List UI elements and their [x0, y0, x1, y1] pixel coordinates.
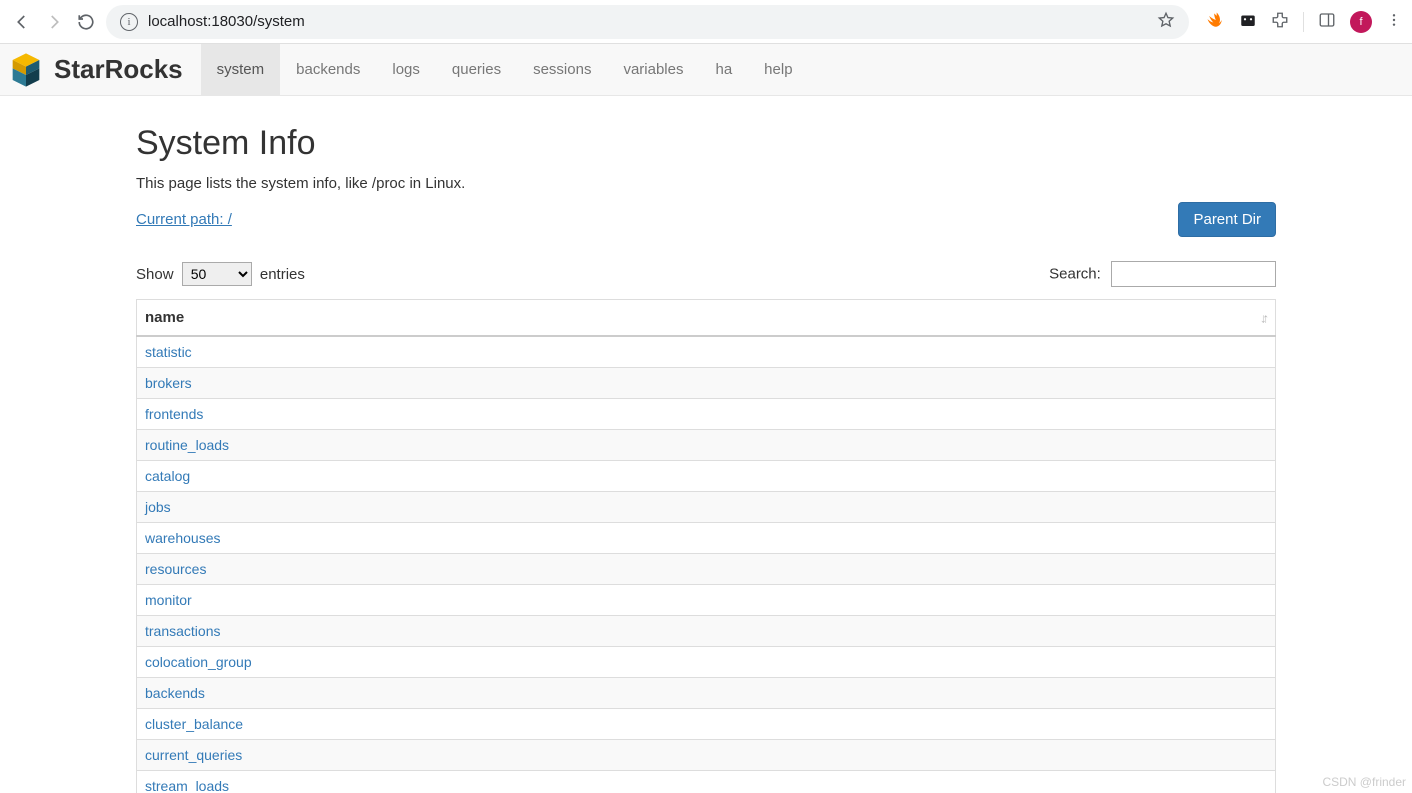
table-row: resources — [137, 554, 1276, 585]
row-link-brokers[interactable]: brokers — [145, 375, 192, 391]
nav-tab-sessions[interactable]: sessions — [517, 44, 607, 95]
address-bar[interactable]: i localhost:18030/system — [106, 5, 1189, 39]
app-navbar: StarRocks systembackendslogsqueriessessi… — [0, 44, 1412, 96]
nav-tab-variables[interactable]: variables — [607, 44, 699, 95]
table-row: frontends — [137, 399, 1276, 430]
table-row: monitor — [137, 585, 1276, 616]
row-link-frontends[interactable]: frontends — [145, 406, 203, 422]
row-link-jobs[interactable]: jobs — [145, 499, 171, 515]
browser-toolbar: i localhost:18030/system f — [0, 0, 1412, 44]
brand[interactable]: StarRocks — [0, 44, 201, 95]
table-row: backends — [137, 678, 1276, 709]
table-row: warehouses — [137, 523, 1276, 554]
column-header-name[interactable]: name ↓↑ — [137, 300, 1276, 337]
kebab-menu-icon[interactable] — [1386, 12, 1402, 31]
search-control: Search: — [1049, 261, 1276, 287]
sort-icon: ↓↑ — [1260, 310, 1265, 325]
table-row: transactions — [137, 616, 1276, 647]
entries-select[interactable]: 50 — [182, 262, 252, 286]
row-link-monitor[interactable]: monitor — [145, 592, 192, 608]
row-link-cluster_balance[interactable]: cluster_balance — [145, 716, 243, 732]
table-row: brokers — [137, 368, 1276, 399]
row-link-stream_loads[interactable]: stream_loads — [145, 778, 229, 793]
table-row: catalog — [137, 461, 1276, 492]
site-info-icon[interactable]: i — [120, 13, 138, 31]
watermark-text: CSDN @frinder — [1322, 775, 1406, 789]
row-link-warehouses[interactable]: warehouses — [145, 530, 221, 546]
row-link-transactions[interactable]: transactions — [145, 623, 220, 639]
nav-tab-queries[interactable]: queries — [436, 44, 517, 95]
table-row: stream_loads — [137, 771, 1276, 793]
extensions-puzzle-icon[interactable] — [1271, 11, 1289, 32]
page-container: System Info This page lists the system i… — [136, 96, 1276, 793]
extension-icon[interactable] — [1239, 11, 1257, 32]
brand-logo-icon — [6, 50, 46, 90]
page-subtitle: This page lists the system info, like /p… — [136, 175, 1276, 192]
row-link-catalog[interactable]: catalog — [145, 468, 190, 484]
nav-tab-logs[interactable]: logs — [376, 44, 436, 95]
table-row: colocation_group — [137, 647, 1276, 678]
reload-icon[interactable] — [74, 10, 98, 34]
back-icon[interactable] — [10, 10, 34, 34]
search-input[interactable] — [1111, 261, 1276, 287]
table-row: cluster_balance — [137, 709, 1276, 740]
row-link-statistic[interactable]: statistic — [145, 344, 192, 360]
profile-avatar[interactable]: f — [1350, 11, 1372, 33]
url-text: localhost:18030/system — [148, 13, 305, 30]
system-table: name ↓↑ statistic brokers frontends routine… — [136, 299, 1276, 793]
nav-tab-backends[interactable]: backends — [280, 44, 376, 95]
entries-length-control: Show 50 entries — [136, 262, 305, 286]
table-row: statistic — [137, 336, 1276, 368]
current-path-link[interactable]: Current path: / — [136, 211, 232, 228]
row-link-colocation_group[interactable]: colocation_group — [145, 654, 252, 670]
nav-tab-system[interactable]: system — [201, 44, 281, 95]
nav-tab-help[interactable]: help — [748, 44, 808, 95]
nav-tab-ha[interactable]: ha — [699, 44, 748, 95]
forward-icon — [42, 10, 66, 34]
brand-name: StarRocks — [54, 54, 183, 85]
row-link-backends[interactable]: backends — [145, 685, 205, 701]
table-row: current_queries — [137, 740, 1276, 771]
swift-extension-icon[interactable] — [1205, 10, 1225, 33]
bookmark-star-icon[interactable] — [1157, 11, 1175, 32]
page-title: System Info — [136, 124, 1276, 163]
table-row: jobs — [137, 492, 1276, 523]
row-link-resources[interactable]: resources — [145, 561, 206, 577]
table-row: routine_loads — [137, 430, 1276, 461]
row-link-routine_loads[interactable]: routine_loads — [145, 437, 229, 453]
side-panel-icon[interactable] — [1318, 11, 1336, 32]
parent-dir-button[interactable]: Parent Dir — [1178, 202, 1276, 237]
row-link-current_queries[interactable]: current_queries — [145, 747, 242, 763]
toolbar-divider — [1303, 12, 1304, 32]
